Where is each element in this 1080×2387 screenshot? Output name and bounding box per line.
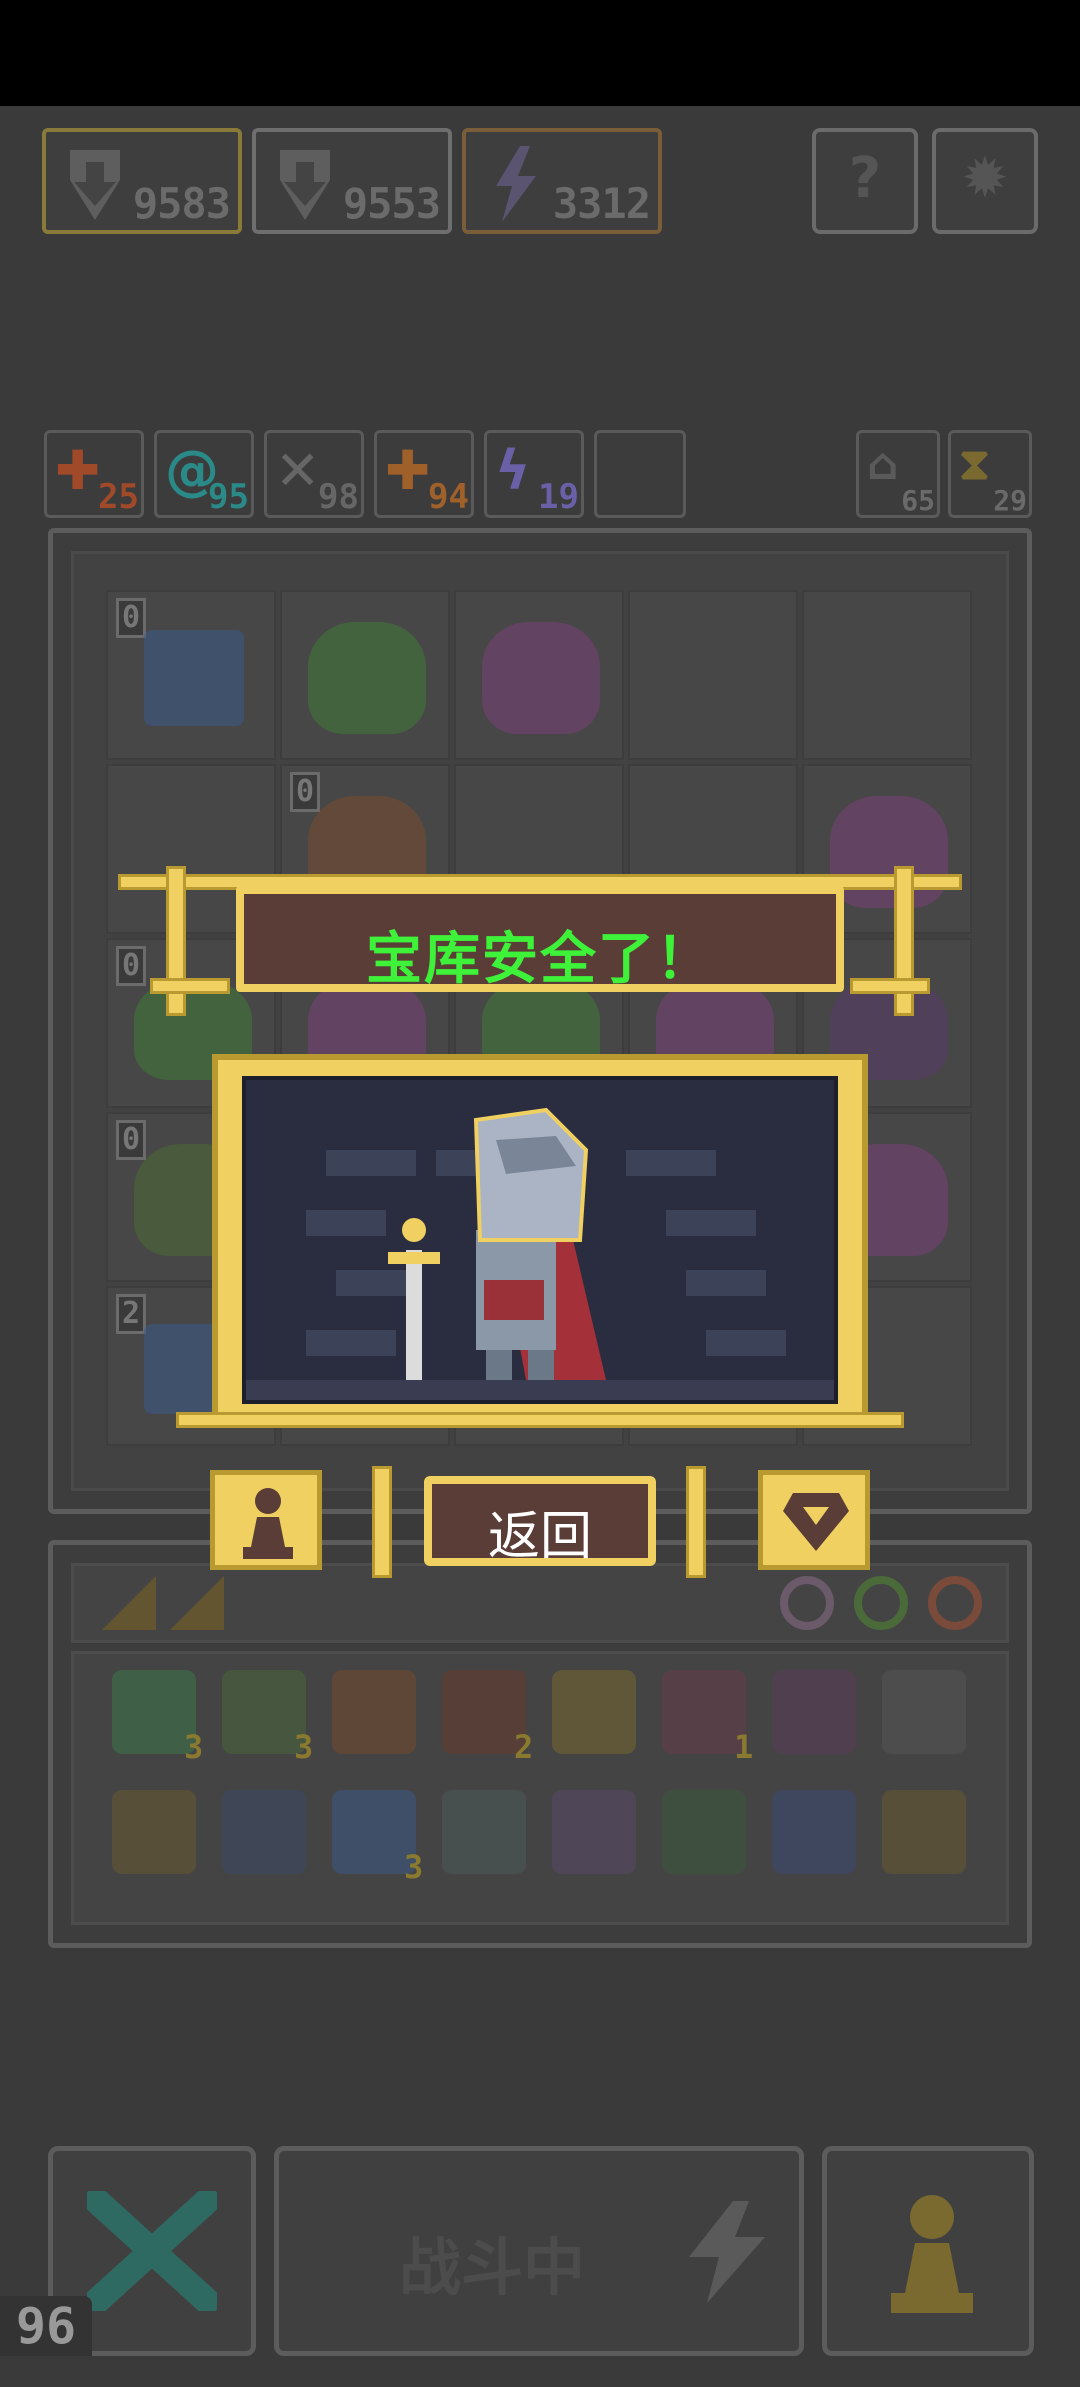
- button-post-left: [372, 1466, 392, 1578]
- back-label: 返回: [487, 1507, 592, 1567]
- dialog-picture-frame: [212, 1054, 868, 1426]
- vault-safe-dialog: 宝库安全了！ 返回: [0, 0, 1080, 2387]
- pawn-icon: [243, 1488, 293, 1559]
- knight-icon: [246, 1107, 834, 1400]
- knight-scene: [242, 1076, 838, 1404]
- gem-button[interactable]: [758, 1470, 870, 1570]
- button-post-right: [686, 1466, 706, 1578]
- frame-bar-bottom: [176, 1412, 904, 1428]
- banner-foot-left: [150, 978, 230, 994]
- gem-icon: [783, 1493, 849, 1551]
- hero-pawn-button[interactable]: [210, 1470, 322, 1570]
- back-button[interactable]: 返回: [424, 1476, 656, 1567]
- dialog-title-banner: 宝库安全了！: [236, 886, 844, 992]
- dialog-title: 宝库安全了！: [366, 927, 714, 992]
- banner-foot-right: [850, 978, 930, 994]
